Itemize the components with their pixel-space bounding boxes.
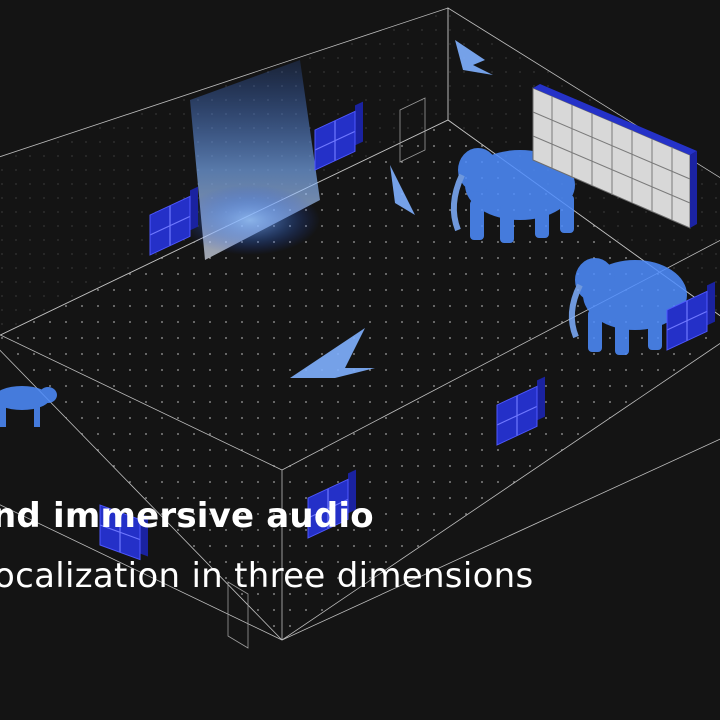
speaker-array-icon	[99, 498, 149, 564]
isometric-room-scene	[0, 7, 720, 649]
cheetah-hologram	[0, 386, 57, 427]
